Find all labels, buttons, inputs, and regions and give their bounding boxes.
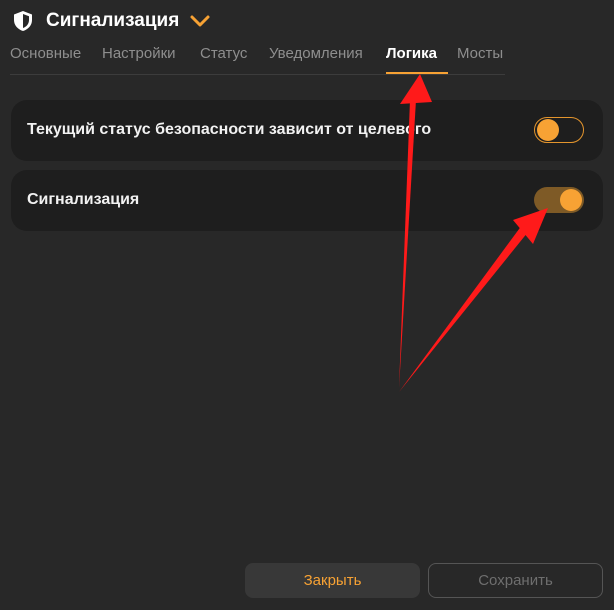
tab-bar: Основные Настройки Статус Уведомления Ло…	[10, 38, 505, 75]
toggle-knob	[537, 119, 559, 141]
setting-row-alarm: Сигнализация	[11, 170, 603, 231]
shield-icon	[12, 10, 34, 32]
toggle-knob	[560, 189, 582, 211]
tab-main[interactable]: Основные	[10, 45, 81, 62]
setting-label: Сигнализация	[27, 191, 140, 208]
tab-notifications[interactable]: Уведомления	[269, 45, 363, 62]
setting-label: Текущий статус безопасности зависит от ц…	[27, 121, 432, 138]
alarm-toggle[interactable]	[534, 187, 584, 213]
page-title: Сигнализация	[46, 10, 180, 31]
setting-row-security-status: Текущий статус безопасности зависит от ц…	[11, 100, 603, 161]
tab-bridges[interactable]: Мосты	[457, 45, 503, 62]
security-status-toggle[interactable]	[534, 117, 584, 143]
save-button[interactable]: Сохранить	[428, 563, 603, 598]
close-button[interactable]: Закрыть	[245, 563, 420, 598]
header: Сигнализация	[12, 8, 211, 34]
annotation-arrow-to-alarm-toggle	[399, 208, 548, 392]
chevron-down-icon[interactable]	[189, 14, 211, 28]
tab-status[interactable]: Статус	[200, 45, 247, 62]
active-tab-indicator	[386, 72, 448, 74]
tab-settings[interactable]: Настройки	[102, 45, 176, 62]
tab-logic[interactable]: Логика	[386, 45, 437, 62]
annotation-arrows	[399, 74, 548, 392]
